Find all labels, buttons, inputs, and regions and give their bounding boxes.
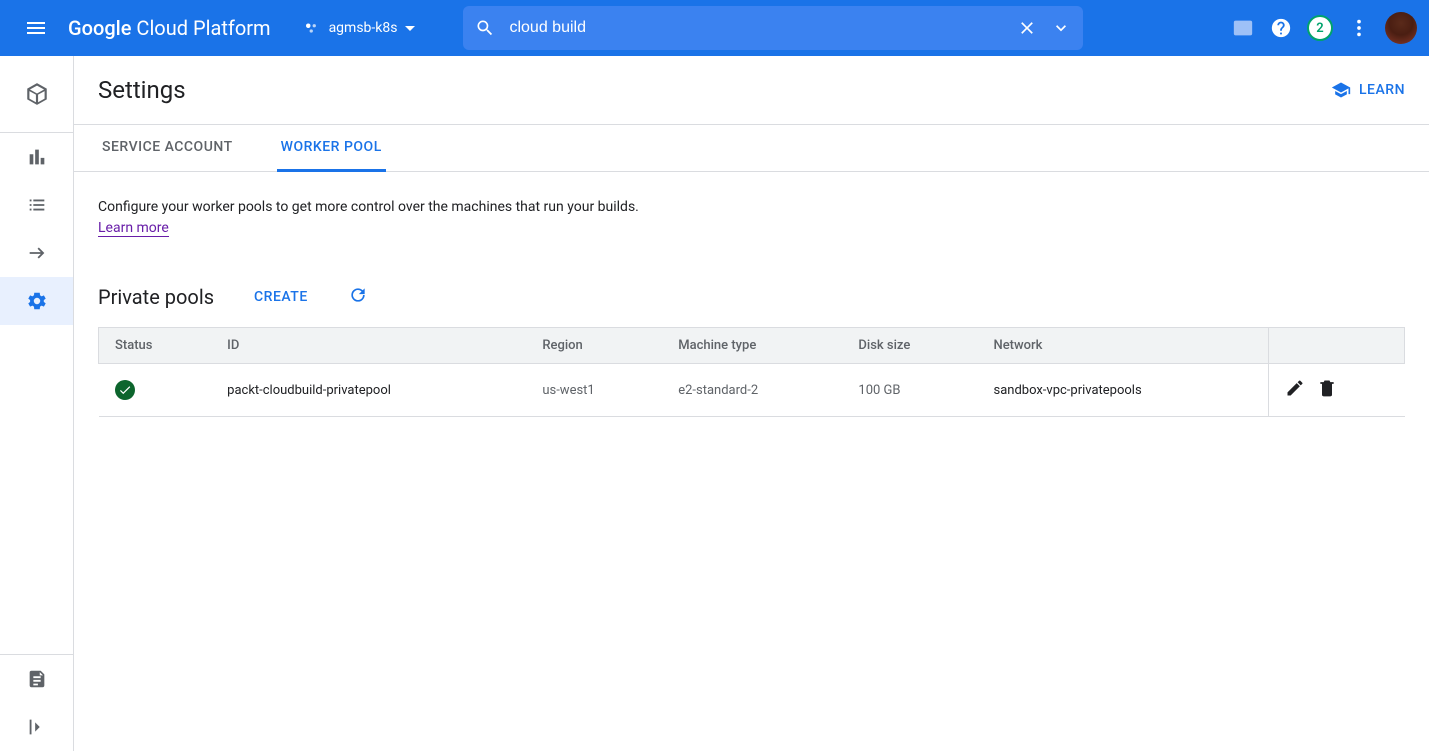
col-status: Status (99, 328, 212, 364)
page-title: Settings (98, 76, 186, 104)
sidebar-item-history[interactable] (0, 181, 73, 229)
topbar: Google Cloud Platform agmsb-k8s 2 (0, 0, 1429, 56)
cloud-shell-button[interactable] (1231, 16, 1255, 40)
sidebar-top (0, 56, 73, 133)
refresh-button[interactable] (348, 285, 368, 309)
topbar-right: 2 (1215, 12, 1417, 44)
learn-more-link[interactable]: Learn more (98, 220, 169, 237)
learn-icon (1331, 80, 1351, 100)
gcp-logo[interactable]: Google Cloud Platform (68, 16, 271, 40)
cell-machine-type: e2-standard-2 (662, 364, 842, 417)
cloud-shell-icon (1232, 17, 1254, 39)
cloudbuild-icon (24, 81, 50, 107)
search-input[interactable] (509, 19, 1003, 37)
tab-worker-pool[interactable]: WORKER POOL (277, 125, 386, 172)
cell-disk-size: 100 GB (842, 364, 977, 417)
cell-status (99, 364, 212, 417)
refresh-icon (348, 285, 368, 305)
worker-pool-description: Configure your worker pools to get more … (98, 196, 1405, 218)
list-icon (26, 194, 48, 216)
sidebar-item-dashboard[interactable] (0, 133, 73, 181)
sidebar-item-release-notes[interactable] (0, 655, 73, 703)
dropdown-icon (405, 26, 415, 31)
edit-button[interactable] (1285, 378, 1305, 402)
learn-button[interactable]: LEARN (1331, 80, 1405, 100)
search-dropdown-icon[interactable] (1051, 18, 1071, 38)
col-id: ID (211, 328, 526, 364)
help-button[interactable] (1269, 16, 1293, 40)
search-bar[interactable] (463, 6, 1083, 50)
private-pools-header: Private pools CREATE (98, 285, 1405, 309)
trash-icon (1317, 378, 1337, 398)
sidebar-item-settings[interactable] (0, 277, 73, 325)
nav-menu-button[interactable] (12, 4, 60, 52)
learn-label: LEARN (1359, 82, 1405, 98)
pencil-icon (1285, 378, 1305, 398)
cell-region: us-west1 (526, 364, 662, 417)
notes-icon (26, 668, 48, 690)
col-disk-size: Disk size (842, 328, 977, 364)
cell-network: sandbox-vpc-privatepools (977, 364, 1268, 417)
gear-icon (26, 290, 48, 312)
project-name: agmsb-k8s (329, 20, 398, 36)
clear-search-icon[interactable] (1017, 18, 1037, 38)
col-network: Network (977, 328, 1268, 364)
main: Settings LEARN SERVICE ACCOUNT WORKER PO… (74, 56, 1429, 751)
expand-icon (26, 716, 48, 738)
create-button[interactable]: CREATE (254, 289, 308, 305)
table-row: packt-cloudbuild-privatepoolus-west1e2-s… (99, 364, 1405, 417)
account-avatar[interactable] (1385, 12, 1417, 44)
more-vert-icon (1348, 17, 1370, 39)
content: Configure your worker pools to get more … (74, 172, 1429, 441)
col-actions (1268, 328, 1404, 364)
tab-service-account[interactable]: SERVICE ACCOUNT (98, 125, 237, 172)
help-icon (1270, 17, 1292, 39)
project-icon (303, 19, 321, 37)
dashboard-icon (26, 146, 48, 168)
search-icon (475, 18, 495, 38)
sidebar-bottom (0, 654, 73, 751)
col-machine-type: Machine type (662, 328, 842, 364)
sidebar-item-cloudbuild[interactable] (0, 70, 73, 118)
col-region: Region (526, 328, 662, 364)
hamburger-icon (24, 16, 48, 40)
more-button[interactable] (1347, 16, 1371, 40)
status-ok-icon (115, 380, 135, 400)
cell-actions (1268, 364, 1404, 417)
tabs: SERVICE ACCOUNT WORKER POOL (74, 125, 1429, 172)
search-container (435, 6, 1207, 50)
project-selector[interactable]: agmsb-k8s (291, 10, 428, 46)
cell-id: packt-cloudbuild-privatepool (211, 364, 526, 417)
logo-google: Google (68, 16, 131, 40)
private-pools-title: Private pools (98, 285, 214, 309)
sidebar-item-triggers[interactable] (0, 229, 73, 277)
sidebar (0, 56, 74, 751)
pools-table: Status ID Region Machine type Disk size … (98, 327, 1405, 417)
page-header: Settings LEARN (74, 56, 1429, 125)
free-trial-badge[interactable]: 2 (1307, 15, 1333, 41)
arrow-right-icon (26, 242, 48, 264)
body: Settings LEARN SERVICE ACCOUNT WORKER PO… (0, 56, 1429, 751)
sidebar-expand[interactable] (0, 703, 73, 751)
delete-button[interactable] (1317, 378, 1337, 402)
logo-cloud-platform: Cloud Platform (131, 16, 270, 40)
table-header-row: Status ID Region Machine type Disk size … (99, 328, 1405, 364)
row-actions (1285, 378, 1389, 402)
